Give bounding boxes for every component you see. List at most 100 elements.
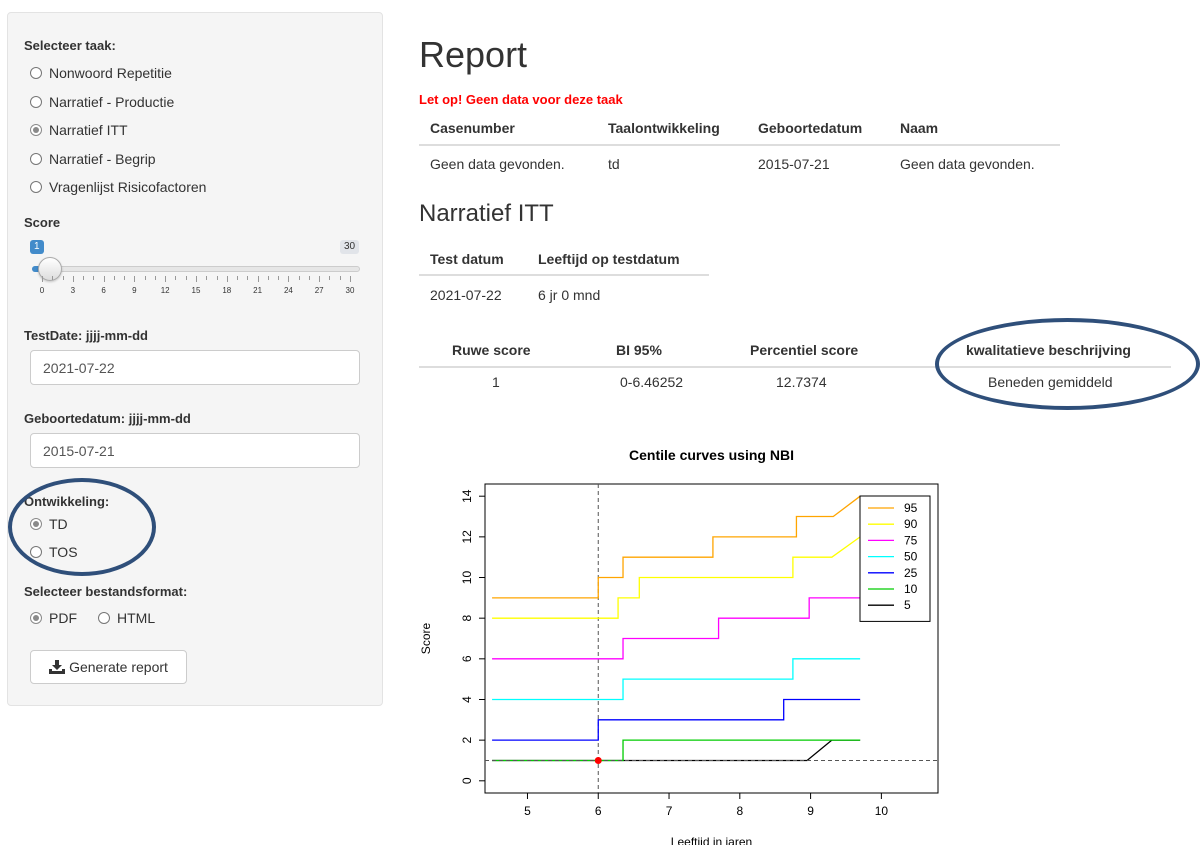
slider-tick — [134, 276, 136, 282]
annotation-ellipse-description — [935, 318, 1200, 410]
x-tick-label: 6 — [595, 804, 602, 818]
x-tick-label: 10 — [875, 804, 889, 818]
format-option[interactable]: HTML — [98, 610, 155, 626]
slider-tick — [206, 276, 208, 280]
development-label: Ontwikkeling: — [24, 494, 110, 509]
development-option[interactable]: TOS — [30, 544, 78, 560]
table-divider — [419, 144, 1060, 146]
y-tick-label: 8 — [460, 615, 474, 622]
slider-tick — [267, 276, 269, 280]
legend-label: 75 — [904, 533, 918, 547]
score-marker — [594, 756, 602, 764]
score-slider[interactable]: 1 30 0 3 6 9 12 15 18 21 24 27 30 — [30, 238, 362, 300]
score-header-percentile: Percentiel score — [750, 342, 859, 358]
radio-button[interactable] — [30, 95, 42, 108]
x-tick-label: 5 — [524, 804, 531, 818]
task-option[interactable]: Nonwoord Repetitie — [30, 65, 172, 81]
slider-tick — [144, 276, 146, 280]
table-divider — [419, 366, 1171, 368]
legend-label: 10 — [904, 582, 918, 596]
testdate-label: TestDate: jjjj-mm-dd — [24, 328, 148, 343]
radio-label: Narratief - Productie — [49, 93, 175, 110]
radio-button[interactable] — [30, 67, 42, 79]
format-option[interactable]: PDF — [30, 610, 77, 626]
slider-tick — [52, 276, 54, 280]
radio-label: Nonwoord Repetitie — [49, 65, 172, 81]
y-tick-label: 0 — [460, 777, 474, 784]
slider-tick-label: 12 — [160, 286, 170, 295]
radio-button[interactable] — [30, 518, 42, 530]
format-label: Selecteer bestandsformat: — [24, 584, 188, 599]
radio-button[interactable] — [98, 612, 110, 624]
score-cell-ci: 0-6.46252 — [620, 374, 684, 390]
slider-tick-label: 27 — [314, 286, 324, 295]
test-header-date: Test datum — [430, 251, 504, 267]
slider-tick — [113, 276, 115, 280]
info-header-geboortedatum: Geboortedatum — [758, 120, 863, 136]
series-line-75 — [492, 597, 861, 660]
slider-tick — [288, 276, 290, 282]
series-line-25 — [492, 698, 861, 741]
series-line-50 — [492, 658, 861, 701]
y-axis-label: Score — [419, 623, 433, 655]
y-tick-label: 2 — [460, 736, 474, 743]
radio-button[interactable] — [30, 546, 42, 558]
series-line-10 — [492, 739, 861, 762]
legend-label: 50 — [904, 550, 918, 564]
slider-tick-label: 9 — [132, 286, 137, 295]
series-line-5 — [492, 739, 861, 762]
development-option[interactable]: TD — [30, 516, 68, 532]
birthdate-label: Geboortedatum: jjjj-mm-dd — [24, 411, 191, 426]
generate-report-button[interactable]: Generate report — [30, 650, 187, 684]
slider-tick — [185, 276, 187, 280]
chart-title: Centile curves using NBI — [629, 447, 794, 463]
task-option[interactable]: Vragenlijst Risicofactoren — [30, 179, 206, 195]
x-tick-label: 7 — [666, 804, 673, 818]
slider-tick — [175, 276, 177, 280]
slider-tick — [93, 276, 95, 280]
task-option[interactable]: Narratief - Begrip — [30, 151, 156, 167]
radio-label: PDF — [49, 610, 77, 626]
radio-button[interactable] — [30, 612, 42, 624]
slider-tick — [339, 276, 341, 280]
slider-tick-label: 0 — [39, 286, 45, 295]
table-divider — [419, 274, 709, 276]
y-tick-label: 6 — [460, 655, 474, 662]
no-data-warning: Let op! Geen data voor deze taak — [419, 92, 623, 107]
slider-track[interactable] — [32, 266, 360, 272]
radio-button[interactable] — [30, 181, 42, 193]
score-header-raw: Ruwe score — [452, 342, 531, 358]
y-tick-label: 12 — [460, 530, 474, 544]
slider-tick — [72, 276, 74, 282]
info-cell-taalontwikkeling: td — [608, 156, 620, 172]
info-header-naam: Naam — [900, 120, 939, 136]
task-option[interactable]: Narratief ITT — [30, 122, 128, 138]
x-tick-label: 8 — [736, 804, 743, 818]
testdate-input[interactable]: 2021-07-22 — [30, 350, 360, 385]
info-header-casenumber: Casenumber — [430, 120, 515, 136]
test-header-age: Leeftijd op testdatum — [538, 251, 680, 267]
legend-label: 90 — [904, 517, 918, 531]
page-title: Report — [419, 34, 528, 75]
legend-box — [859, 495, 931, 622]
radio-button[interactable] — [30, 124, 42, 136]
slider-tick — [196, 276, 197, 282]
radio-label: Narratief - Begrip — [49, 150, 156, 167]
task-option[interactable]: Narratief - Productie — [30, 94, 174, 110]
legend-label: 5 — [904, 598, 911, 612]
radio-label: TD — [49, 516, 68, 532]
birthdate-input[interactable]: 2015-07-21 — [30, 433, 360, 468]
info-cell-naam: Geen data gevonden. — [900, 156, 1035, 172]
slider-tick — [83, 276, 85, 280]
slider-max-badge: 30 — [340, 240, 360, 254]
series-line-95 — [492, 495, 861, 599]
slider-tick-label: 15 — [191, 286, 201, 295]
slider-tick-label: 18 — [222, 286, 232, 295]
slider-tick — [298, 276, 300, 280]
score-header-ci: BI 95% — [616, 342, 662, 358]
slider-tick — [124, 276, 126, 280]
slider-tick — [226, 276, 228, 282]
centile-chart: Centile curves using NBI 5 6 7 8 9 10 0 2 4 6 8 10 12… — [419, 447, 939, 845]
slider-tick — [165, 276, 167, 282]
radio-button[interactable] — [30, 152, 42, 165]
